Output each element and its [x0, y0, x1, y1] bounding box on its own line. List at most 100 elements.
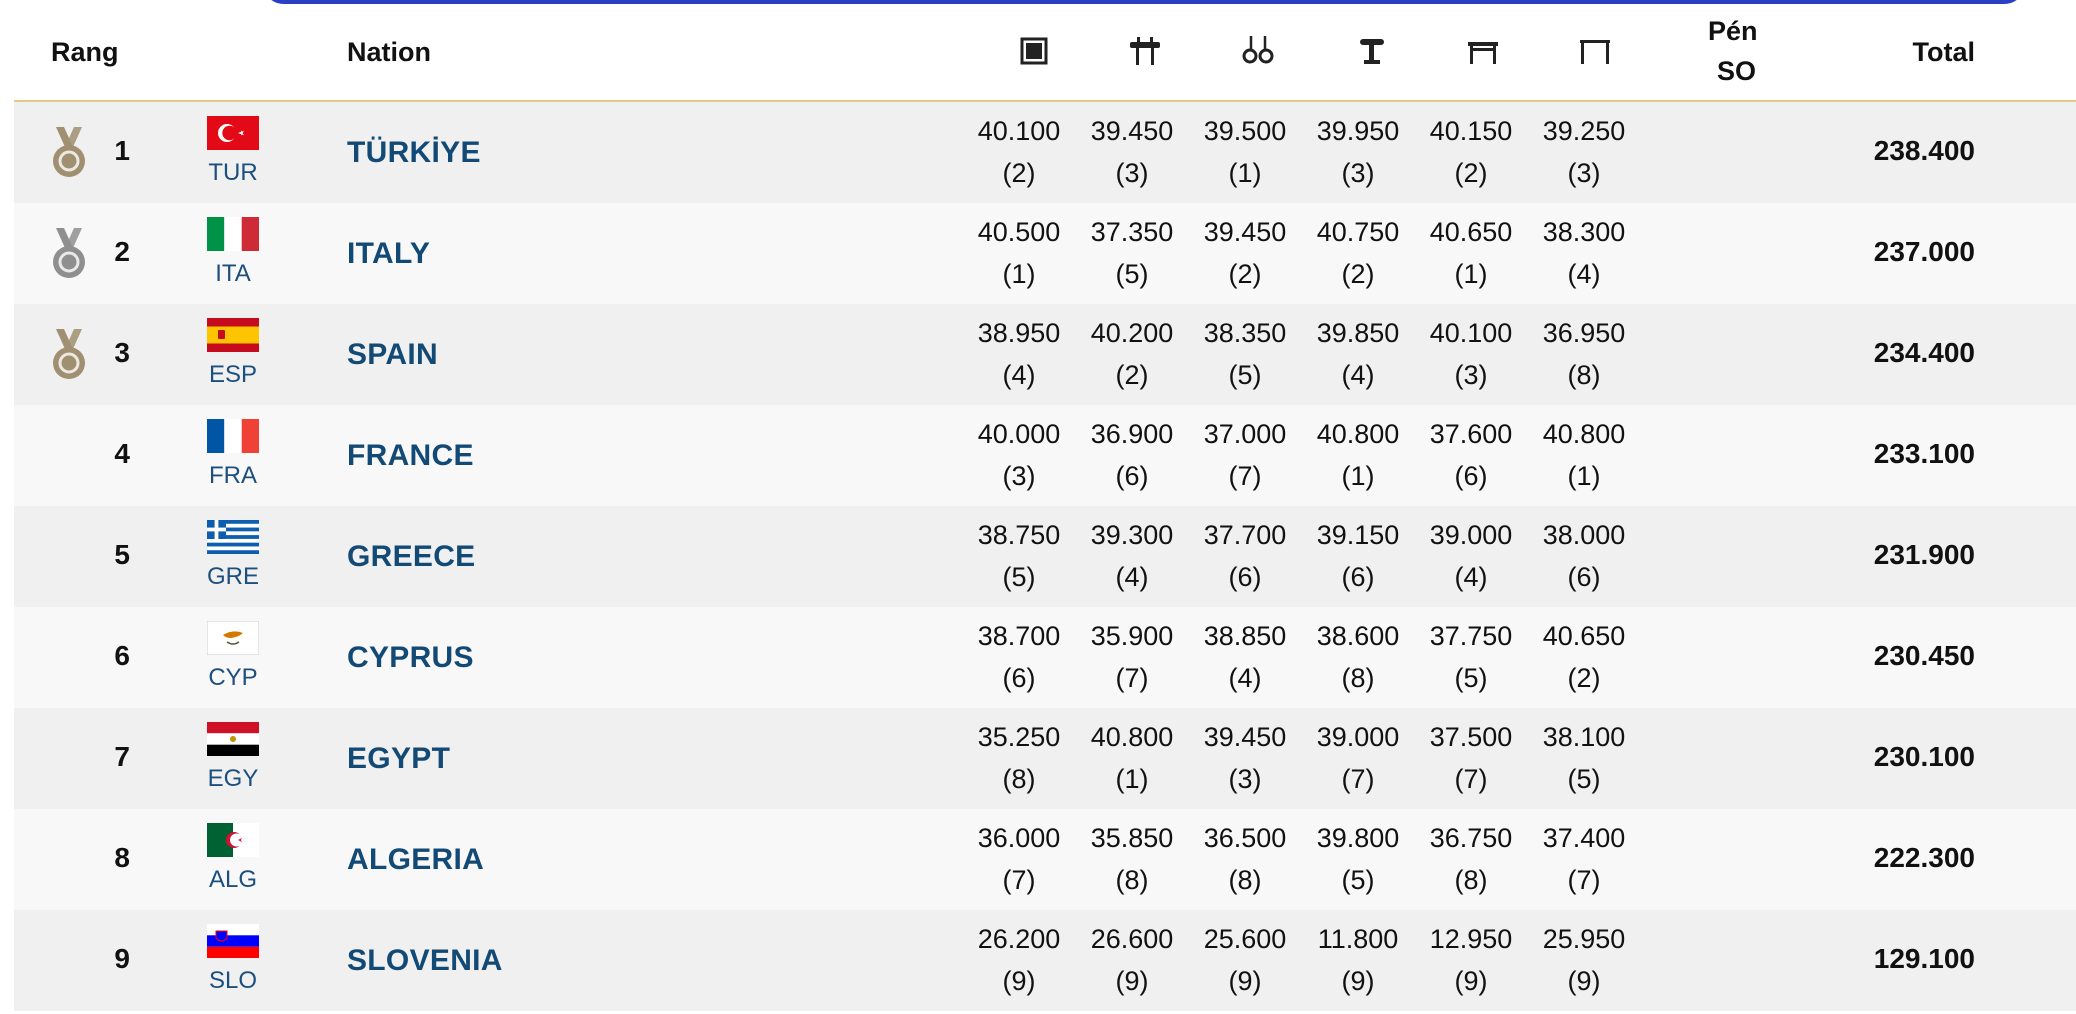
- apparatus-score-cell: 36.500 (8): [1190, 817, 1300, 901]
- apparatus-rank: (1): [1454, 259, 1488, 289]
- nation-link[interactable]: GREECE: [347, 540, 476, 574]
- nation-link[interactable]: FRANCE: [347, 439, 474, 473]
- apparatus-score-cell: 39.450 (2): [1190, 211, 1300, 295]
- nation-link[interactable]: EGYPT: [347, 742, 450, 776]
- nation-link[interactable]: CYPRUS: [347, 641, 474, 675]
- apparatus-score: 36.900: [1090, 419, 1174, 449]
- penalty-header-line1: Pén: [1708, 16, 1758, 46]
- apparatus-rank: (5): [1567, 764, 1601, 794]
- apparatus-score: 39.450: [1090, 116, 1174, 146]
- apparatus-rank: (9): [1567, 966, 1601, 996]
- apparatus-score: 40.100: [977, 116, 1061, 146]
- apparatus-rank: (2): [1115, 360, 1149, 390]
- apparatus-score: 39.000: [1429, 520, 1513, 550]
- apparatus-score-cell: 37.400 (7): [1529, 817, 1639, 901]
- apparatus-rank: (7): [1115, 663, 1149, 693]
- apparatus-rank: (9): [1341, 966, 1375, 996]
- apparatus-score-cell: 39.850 (4): [1303, 312, 1413, 396]
- apparatus-rank: (9): [1228, 966, 1262, 996]
- apparatus-score: 40.000: [977, 419, 1061, 449]
- total-score: 129.100: [1873, 943, 1975, 974]
- apparatus-score: 38.850: [1203, 621, 1287, 651]
- apparatus-score-cell: 37.000 (7): [1190, 413, 1300, 497]
- apparatus-score: 38.950: [977, 318, 1061, 348]
- apparatus-rank: (1): [1002, 259, 1036, 289]
- rank-cell: 3: [114, 337, 130, 368]
- apparatus-score-cell: 40.800 (1): [1529, 413, 1639, 497]
- apparatus-score: 40.200: [1090, 318, 1174, 348]
- apparatus-score-cell: 38.300 (4): [1529, 211, 1639, 295]
- apparatus-score-cell: 40.750 (2): [1303, 211, 1413, 295]
- table-body: 1 TUR TÜRKİYE 40.100 (2) 39.450 (3) 39.500 (1) 39…: [14, 102, 2076, 1011]
- apparatus-score-cell: 38.350 (5): [1190, 312, 1300, 396]
- total-score: 234.400: [1873, 337, 1975, 368]
- apparatus-score: 40.650: [1429, 217, 1513, 247]
- apparatus-rank: (9): [1115, 966, 1149, 996]
- rank-header: Rang: [51, 37, 119, 67]
- apparatus-rank: (2): [1567, 663, 1601, 693]
- nation-link[interactable]: TÜRKİYE: [347, 136, 481, 170]
- apparatus-score-cell: 26.200 (9): [964, 918, 1074, 1002]
- apparatus-rank: (4): [1228, 663, 1262, 693]
- apparatus-score-cell: 40.000 (3): [964, 413, 1074, 497]
- apparatus-score-cell: 36.000 (7): [964, 817, 1074, 901]
- nation-header: Nation: [347, 37, 431, 67]
- nation-link[interactable]: SPAIN: [347, 338, 438, 372]
- apparatus-rank: (5): [1002, 562, 1036, 592]
- apparatus-rank: (8): [1002, 764, 1036, 794]
- flag-icon-esp: [207, 318, 259, 352]
- table-row: 9 SLO SLOVENIA 26.200 (9) 26.600 (9) 25.600 (9) 1…: [14, 910, 2076, 1011]
- apparatus-score: 39.450: [1203, 217, 1287, 247]
- vault-icon: [1360, 39, 1384, 64]
- penalty-header-line2: SO: [1717, 56, 1757, 86]
- apparatus-rank: (6): [1002, 663, 1036, 693]
- pommel-horse-icon: [1130, 37, 1160, 65]
- apparatus-score: 38.750: [977, 520, 1061, 550]
- apparatus-score: 36.500: [1203, 823, 1287, 853]
- apparatus-rank: (5): [1115, 259, 1149, 289]
- floor-exercise-icon: [1020, 37, 1048, 65]
- apparatus-score-cell: 38.000 (6): [1529, 514, 1639, 598]
- apparatus-score: 39.500: [1203, 116, 1287, 146]
- apparatus-rank: (9): [1454, 966, 1488, 996]
- apparatus-score: 39.800: [1316, 823, 1400, 853]
- apparatus-rank: (4): [1341, 360, 1375, 390]
- nation-link[interactable]: ITALY: [347, 237, 430, 271]
- apparatus-score-cell: 12.950 (9): [1416, 918, 1526, 1002]
- total-header: Total: [1912, 37, 1976, 67]
- apparatus-score-cell: 40.100 (3): [1416, 312, 1526, 396]
- apparatus-rank: (8): [1115, 865, 1149, 895]
- apparatus-score: 25.950: [1542, 924, 1626, 954]
- total-score: 231.900: [1873, 539, 1975, 570]
- apparatus-score-cell: 40.500 (1): [964, 211, 1074, 295]
- nation-code: SLO: [208, 967, 258, 994]
- apparatus-score: 37.700: [1203, 520, 1287, 550]
- nation-link[interactable]: SLOVENIA: [347, 944, 503, 978]
- rank-cell: 9: [114, 943, 130, 974]
- rank-cell: 7: [114, 741, 130, 772]
- rank-cell: 5: [114, 539, 130, 570]
- apparatus-rank: (7): [1567, 865, 1601, 895]
- apparatus-score: 40.100: [1429, 318, 1513, 348]
- apparatus-score: 25.600: [1203, 924, 1287, 954]
- apparatus-rank: (7): [1002, 865, 1036, 895]
- table-header: Rang Nation Pén SO Total: [14, 0, 2076, 102]
- nation-code: CYP: [208, 664, 258, 691]
- apparatus-score-cell: 37.700 (6): [1190, 514, 1300, 598]
- apparatus-score-cell: 26.600 (9): [1077, 918, 1187, 1002]
- table-row: 8 ALG ALGERIA 36.000 (7) 35.850 (8) 36.500 (8) 39…: [14, 809, 2076, 910]
- apparatus-score: 35.850: [1090, 823, 1174, 853]
- apparatus-score: 38.000: [1542, 520, 1626, 550]
- apparatus-rank: (5): [1228, 360, 1262, 390]
- apparatus-score-cell: 37.350 (5): [1077, 211, 1187, 295]
- nation-link[interactable]: ALGERIA: [347, 843, 484, 877]
- apparatus-rank: (4): [1002, 360, 1036, 390]
- apparatus-score: 38.700: [977, 621, 1061, 651]
- apparatus-rank: (1): [1115, 764, 1149, 794]
- flag-icon-alg: [207, 823, 259, 857]
- apparatus-score: 35.900: [1090, 621, 1174, 651]
- apparatus-score: 38.300: [1542, 217, 1626, 247]
- apparatus-rank: (8): [1454, 865, 1488, 895]
- apparatus-rank: (3): [1002, 461, 1036, 491]
- apparatus-score-cell: 39.450 (3): [1190, 716, 1300, 800]
